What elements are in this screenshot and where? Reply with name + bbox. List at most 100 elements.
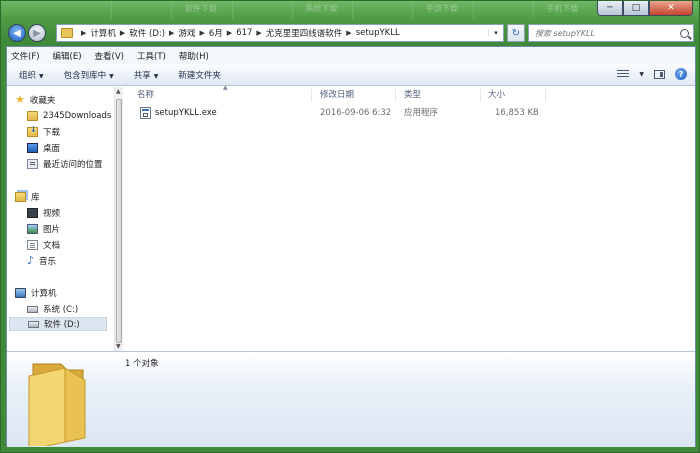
ghost-tab: 系统下载 — [291, 1, 350, 19]
column-divider[interactable] — [545, 89, 546, 102]
back-button[interactable]: ◀ — [8, 24, 26, 42]
ghost-tab — [111, 1, 169, 19]
organize-button[interactable]: 组织 ▼ — [19, 69, 44, 81]
menu-file[interactable]: 文件(F) — [11, 50, 40, 62]
nav-item-label: 音乐 — [39, 257, 57, 267]
arrow-right-icon: ▶ — [33, 27, 41, 39]
forward-button[interactable]: ▶ — [28, 24, 46, 42]
breadcrumb-drive-d[interactable]: 软件 (D:) — [129, 27, 165, 39]
chevron-right-icon[interactable]: ▶ — [256, 29, 261, 37]
navigation-pane: ★ 收藏夹 2345Downloads 下载 桌面 最近访问的位置 库 — [7, 87, 123, 351]
menu-edit[interactable]: 编辑(E) — [53, 50, 82, 62]
address-bar[interactable]: ▶ 计算机 ▶ 软件 (D:) ▶ 游戏 ▶ 6月 ▶ 617 ▶ 尤克里里四线… — [56, 24, 504, 42]
arrow-left-icon: ◀ — [13, 27, 21, 39]
chevron-right-icon[interactable]: ▶ — [81, 29, 86, 37]
nav-computer-label: 计算机 — [31, 289, 57, 299]
chevron-right-icon[interactable]: ▶ — [199, 29, 204, 37]
computer-icon — [15, 288, 26, 298]
file-row[interactable]: setupYKLL.exe 2016-09-06 6:32 应用程序 16,85… — [125, 106, 695, 121]
column-divider[interactable] — [395, 89, 396, 102]
folder-icon — [28, 363, 86, 446]
drive-icon — [28, 320, 39, 328]
ghost-tab: 手游下载 — [412, 1, 470, 19]
preview-pane-icon[interactable] — [654, 69, 665, 79]
desktop-icon — [27, 143, 38, 153]
window-controls: ─ □ ✕ — [597, 1, 693, 16]
nav-item-drive-c[interactable]: 系统 (C:) — [27, 302, 78, 316]
nav-item-label: 最近访问的位置 — [43, 160, 103, 170]
video-icon — [27, 208, 38, 218]
search-box[interactable] — [528, 24, 694, 42]
ghost-tab — [352, 1, 410, 19]
explorer-client-area: 文件(F) 编辑(E) 查看(V) 工具(T) 帮助(H) 组织 ▼ 包含到库中 ▼… — [6, 46, 696, 447]
navigation-bar: ◀ ▶ ▶ 计算机 ▶ 软件 (D:) ▶ 游戏 ▶ 6月 ▶ 617 ▶ 尤克… — [6, 23, 696, 43]
nav-item-recent-places[interactable]: 最近访问的位置 — [27, 157, 103, 171]
new-folder-button[interactable]: 新建文件夹 — [178, 69, 221, 81]
nav-item-label: 图片 — [43, 225, 61, 235]
nav-favorites[interactable]: ★ 收藏夹 — [15, 93, 55, 107]
breadcrumb-games[interactable]: 游戏 — [178, 27, 195, 39]
breadcrumb-617[interactable]: 617 — [236, 28, 252, 38]
breadcrumb-june[interactable]: 6月 — [209, 27, 223, 39]
column-header-type[interactable]: 类型 — [404, 87, 421, 103]
nav-item-music[interactable]: ♪ 音乐 — [27, 254, 56, 268]
breadcrumb-ukulele-software[interactable]: 尤克里里四线谱软件 — [266, 27, 343, 39]
include-in-library-button[interactable]: 包含到库中 ▼ — [64, 69, 114, 81]
nav-libraries[interactable]: 库 — [15, 190, 40, 204]
explorer-window: 软件下载 系统下载 手游下载 手机下载 ─ □ ✕ ◀ ▶ ▶ 计算机 ▶ 软件… — [0, 0, 700, 453]
folder-icon — [27, 111, 38, 121]
search-input[interactable] — [535, 28, 675, 38]
column-header-name[interactable]: 名称 — [137, 87, 154, 103]
address-dropdown-button[interactable]: ▾ — [488, 29, 503, 37]
change-view-icon[interactable] — [617, 69, 630, 79]
column-header-modified[interactable]: 修改日期 — [320, 87, 354, 103]
caret-down-icon: ▼ — [153, 72, 159, 80]
column-divider[interactable] — [311, 89, 312, 102]
breadcrumb-setupykll[interactable]: setupYKLL — [356, 28, 400, 38]
column-header-size[interactable]: 大小 — [488, 87, 505, 103]
file-name: setupYKLL.exe — [155, 108, 217, 118]
help-icon[interactable]: ? — [675, 68, 687, 80]
chevron-right-icon[interactable]: ▶ — [227, 29, 232, 37]
nav-favorites-label: 收藏夹 — [29, 96, 56, 106]
nav-item-label: 文档 — [43, 241, 61, 251]
navigation-pane-scrollbar[interactable]: ▲ ▼ — [114, 87, 123, 351]
scrollbar-thumb[interactable] — [116, 99, 122, 343]
nav-item-label: 2345Downloads — [43, 111, 112, 121]
caret-down-icon: ▼ — [39, 72, 44, 80]
minimize-button[interactable]: ─ — [597, 1, 623, 16]
nav-item-videos[interactable]: 视频 — [27, 206, 60, 220]
scroll-down-icon[interactable]: ▼ — [116, 343, 121, 350]
ghost-tab — [472, 1, 531, 19]
chevron-right-icon[interactable]: ▶ — [346, 29, 351, 37]
column-divider[interactable] — [480, 89, 481, 102]
refresh-button[interactable]: ↻ — [507, 24, 525, 42]
toolbar-right-group: ▼ ? — [617, 68, 687, 80]
nav-item-drive-d[interactable]: 软件 (D:) — [9, 317, 107, 331]
scroll-up-icon[interactable]: ▲ — [116, 88, 121, 95]
folder-icon — [61, 28, 73, 38]
nav-item-documents[interactable]: 文档 — [27, 238, 60, 252]
menu-help[interactable]: 帮助(H) — [179, 50, 209, 62]
ghost-tab: 手机下载 — [532, 1, 591, 19]
details-pane: 1 个对象 — [7, 351, 695, 447]
nav-item-2345downloads[interactable]: 2345Downloads — [27, 109, 111, 123]
caret-down-icon[interactable]: ▼ — [639, 71, 644, 78]
close-button[interactable]: ✕ — [649, 1, 693, 16]
chevron-right-icon[interactable]: ▶ — [169, 29, 174, 37]
menu-view[interactable]: 查看(V) — [95, 50, 124, 62]
menu-tools[interactable]: 工具(T) — [137, 50, 166, 62]
nav-item-downloads[interactable]: 下载 — [27, 125, 60, 139]
nav-item-desktop[interactable]: 桌面 — [27, 141, 60, 155]
maximize-button[interactable]: □ — [623, 1, 649, 16]
file-modified: 2016-09-06 6:32 — [320, 108, 392, 118]
share-button[interactable]: 共享 ▼ — [134, 69, 159, 81]
share-label: 共享 — [133, 70, 151, 81]
chevron-right-icon[interactable]: ▶ — [120, 29, 125, 37]
ghost-tab: 软件下载 — [171, 1, 229, 19]
nav-computer[interactable]: 计算机 — [15, 286, 57, 300]
selection-status: 1 个对象 — [125, 359, 159, 369]
search-icon[interactable] — [680, 28, 689, 38]
breadcrumb-computer[interactable]: 计算机 — [90, 27, 116, 39]
nav-item-pictures[interactable]: 图片 — [27, 222, 60, 236]
